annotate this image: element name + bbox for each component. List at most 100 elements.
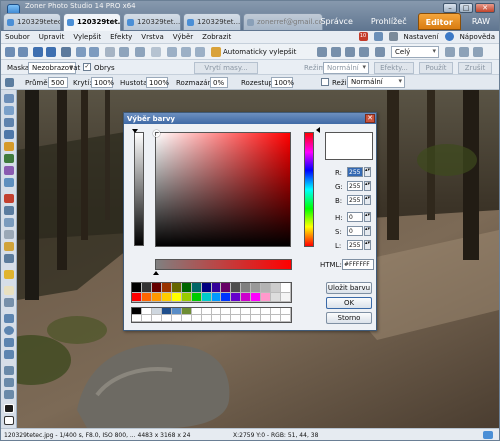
color-swatch[interactable] — [261, 292, 272, 302]
color-swatch[interactable] — [271, 315, 282, 322]
diameter-input[interactable]: 500 — [48, 77, 68, 88]
fill-tool-icon[interactable] — [4, 270, 14, 279]
tab-account[interactable]: zonerref@gmail.com — [243, 13, 323, 30]
color-swatch[interactable] — [281, 308, 291, 315]
color-swatch[interactable] — [281, 283, 291, 293]
html-input[interactable]: #FFFFFF — [342, 259, 374, 270]
blur-input[interactable]: 0% — [210, 77, 228, 88]
settings-link[interactable]: Nastavení — [404, 33, 439, 41]
color-swatch[interactable] — [261, 308, 272, 315]
color-swatch[interactable] — [221, 308, 232, 315]
saturation-value-field[interactable] — [153, 130, 291, 247]
background-color-swatch[interactable] — [4, 416, 14, 425]
color-swatch[interactable] — [141, 283, 152, 293]
outline-checkbox[interactable]: ✓ — [83, 63, 91, 71]
autofix-button[interactable]: Automaticky vylepšit — [223, 48, 296, 56]
fit-icon[interactable] — [345, 47, 355, 57]
color-swatch[interactable] — [271, 308, 282, 315]
actual-size-icon[interactable] — [359, 47, 369, 57]
menu-layer[interactable]: Vrstva — [141, 33, 164, 41]
magic-wand-icon[interactable] — [211, 47, 221, 57]
hue-slider[interactable] — [304, 132, 314, 247]
spread-input[interactable]: 100% — [271, 77, 294, 88]
color-swatch[interactable] — [241, 292, 252, 302]
color-swatch[interactable] — [161, 308, 172, 315]
gradient-tool-icon[interactable] — [4, 286, 14, 295]
color-swatch[interactable] — [281, 292, 291, 302]
color-swatch[interactable] — [241, 283, 252, 293]
mode-manager[interactable]: Správce — [313, 13, 359, 30]
maximize-button[interactable]: □ — [459, 3, 473, 13]
color-swatch[interactable] — [191, 292, 202, 302]
blue-spinner[interactable]: ▴▾ — [364, 195, 371, 205]
help-icon[interactable] — [444, 32, 454, 41]
crop-icon[interactable] — [167, 47, 177, 57]
save-icon[interactable] — [33, 47, 43, 57]
resize-icon[interactable] — [181, 47, 191, 57]
color-swatch[interactable] — [161, 292, 172, 302]
rotate-right-icon[interactable] — [89, 47, 99, 57]
move-tool-icon[interactable] — [4, 94, 14, 103]
color-swatch[interactable] — [231, 283, 242, 293]
brush-mode-select[interactable]: Normální — [347, 76, 405, 88]
hue-marker-icon[interactable] — [316, 127, 320, 133]
red-eye-tool-icon[interactable] — [4, 194, 14, 203]
alpha-gradient-bar[interactable] — [155, 259, 292, 270]
red-spinner[interactable]: ▴▾ — [364, 167, 371, 177]
menu-view[interactable]: Zobrazit — [202, 33, 231, 41]
print-icon[interactable] — [61, 47, 71, 57]
color-swatch[interactable] — [241, 315, 252, 322]
color-swatch[interactable] — [151, 308, 162, 315]
color-swatch[interactable] — [191, 308, 202, 315]
color-tool-icon[interactable] — [4, 154, 14, 163]
healing-tool-icon[interactable] — [4, 218, 14, 227]
mode-viewer[interactable]: Prohlížeč — [364, 13, 414, 30]
color-swatch[interactable] — [132, 283, 142, 293]
brightness-bar[interactable] — [134, 132, 144, 246]
color-swatch[interactable] — [251, 315, 262, 322]
effects-tool-icon[interactable] — [4, 166, 14, 175]
color-swatch[interactable] — [191, 315, 202, 322]
zoom-out-icon[interactable] — [317, 47, 327, 57]
color-swatch[interactable] — [251, 308, 262, 315]
arrow-tool-icon[interactable] — [4, 390, 14, 399]
lightness-input[interactable]: 255 — [347, 240, 363, 250]
color-swatch[interactable] — [171, 308, 182, 315]
color-swatch[interactable] — [141, 308, 152, 315]
hue-spinner[interactable]: ▴▾ — [364, 212, 371, 222]
mode-checkbox[interactable] — [321, 78, 329, 86]
blue-input[interactable]: 255 — [347, 195, 363, 205]
grid-icon[interactable] — [459, 47, 469, 57]
shape-tool-icon[interactable] — [4, 366, 14, 375]
color-swatch[interactable] — [181, 308, 192, 315]
mode-editor[interactable]: Editor — [417, 13, 461, 30]
line-tool-icon[interactable] — [4, 378, 14, 387]
close-icon[interactable]: ✕ — [111, 18, 117, 26]
green-spinner[interactable]: ▴▾ — [364, 181, 371, 191]
magic-select-icon[interactable] — [4, 350, 14, 359]
color-swatch[interactable] — [151, 315, 162, 322]
menu-edit[interactable]: Upravit — [39, 33, 65, 41]
history-icon[interactable] — [151, 47, 161, 57]
cancel-button[interactable]: Storno — [326, 312, 372, 324]
close-window-button[interactable]: ✕ — [475, 3, 495, 13]
color-swatch[interactable] — [151, 283, 162, 293]
notification-badge[interactable]: 10 — [358, 32, 368, 41]
color-swatch[interactable] — [181, 292, 192, 302]
minimize-button[interactable]: – — [443, 3, 457, 13]
color-swatch[interactable] — [221, 283, 232, 293]
saturation-spinner[interactable]: ▴▾ — [364, 226, 371, 236]
color-swatch[interactable] — [271, 283, 282, 293]
lightness-spinner[interactable]: ▴▾ — [364, 240, 371, 250]
menu-enhance[interactable]: Vylepšit — [73, 33, 101, 41]
color-swatch[interactable] — [151, 292, 162, 302]
menu-effects[interactable]: Efekty — [110, 33, 132, 41]
color-swatch[interactable] — [231, 315, 242, 322]
color-swatch[interactable] — [241, 308, 252, 315]
red-input[interactable]: 255 — [347, 167, 363, 177]
color-swatch[interactable] — [211, 283, 222, 293]
mode-raw[interactable]: RAW — [465, 13, 497, 30]
mask-select[interactable]: Nezobrazovat — [28, 62, 80, 74]
tab-document-1[interactable]: 120329tetec — [3, 13, 61, 30]
save-as-icon[interactable] — [46, 47, 56, 57]
